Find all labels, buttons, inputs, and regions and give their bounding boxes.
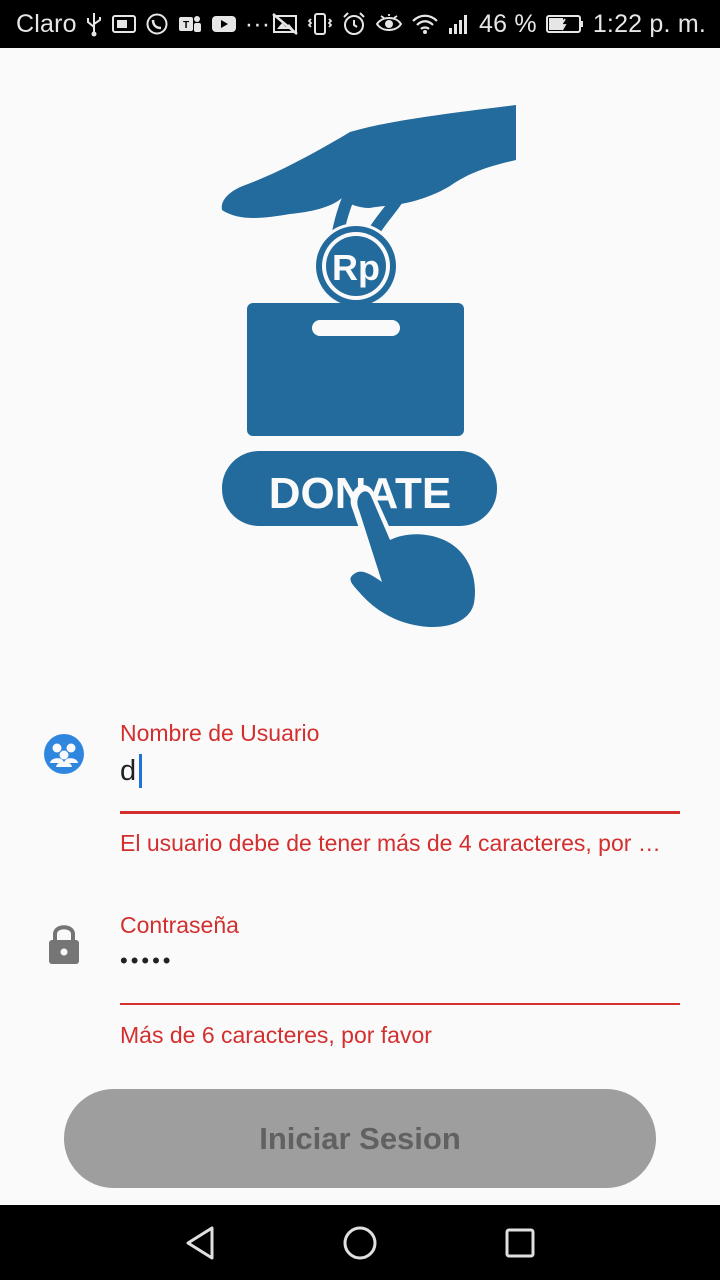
youtube-icon [211, 14, 237, 34]
password-value: ••••• [120, 948, 174, 973]
teams-icon: T [177, 12, 203, 36]
coin-label: Rp [332, 247, 380, 288]
users-icon [42, 732, 86, 776]
username-label: Nombre de Usuario [120, 720, 320, 746]
password-underline [120, 1003, 680, 1005]
svg-text:T: T [183, 20, 189, 31]
signal-icon [447, 12, 471, 36]
username-error: El usuario debe de tener más de 4 caract… [120, 830, 661, 856]
usb-icon [85, 11, 103, 37]
eye-icon [375, 13, 403, 35]
cast-icon [111, 13, 137, 35]
status-bar-left: Claro T ··· [16, 0, 270, 48]
password-error: Más de 6 caracteres, por favor [120, 1022, 432, 1048]
username-underline [120, 811, 680, 814]
recents-icon[interactable] [500, 1223, 540, 1263]
whatsapp-icon [145, 12, 169, 36]
no-image-icon [271, 12, 299, 36]
username-value: d [120, 754, 137, 787]
text-caret [139, 754, 143, 788]
donate-logo: Rp DONATE [220, 100, 520, 636]
alarm-icon [341, 11, 367, 37]
login-screen: Claro T ··· 46 % 1:22 p. m. Rp Nombre de… [0, 0, 720, 1280]
home-icon[interactable] [340, 1223, 380, 1263]
clock: 1:22 p. m. [592, 9, 706, 38]
carrier-label: Claro [16, 9, 77, 38]
more-notifications-indicator: ··· [244, 9, 271, 38]
login-button[interactable]: Iniciar Sesion [64, 1089, 656, 1188]
status-bar: Claro T ··· 46 % 1:22 p. m. [0, 0, 720, 48]
battery-percent: 46 % [479, 9, 537, 38]
back-icon[interactable] [180, 1223, 220, 1263]
wifi-icon [411, 12, 439, 36]
lock-icon [42, 922, 86, 966]
password-input[interactable]: ••••• [120, 944, 174, 978]
password-label: Contraseña [120, 912, 239, 938]
battery-icon [545, 12, 585, 36]
status-bar-right: 46 % 1:22 p. m. [271, 0, 706, 48]
navigation-bar [0, 1205, 720, 1280]
vibrate-icon [307, 11, 333, 37]
username-input[interactable]: d [120, 752, 143, 790]
